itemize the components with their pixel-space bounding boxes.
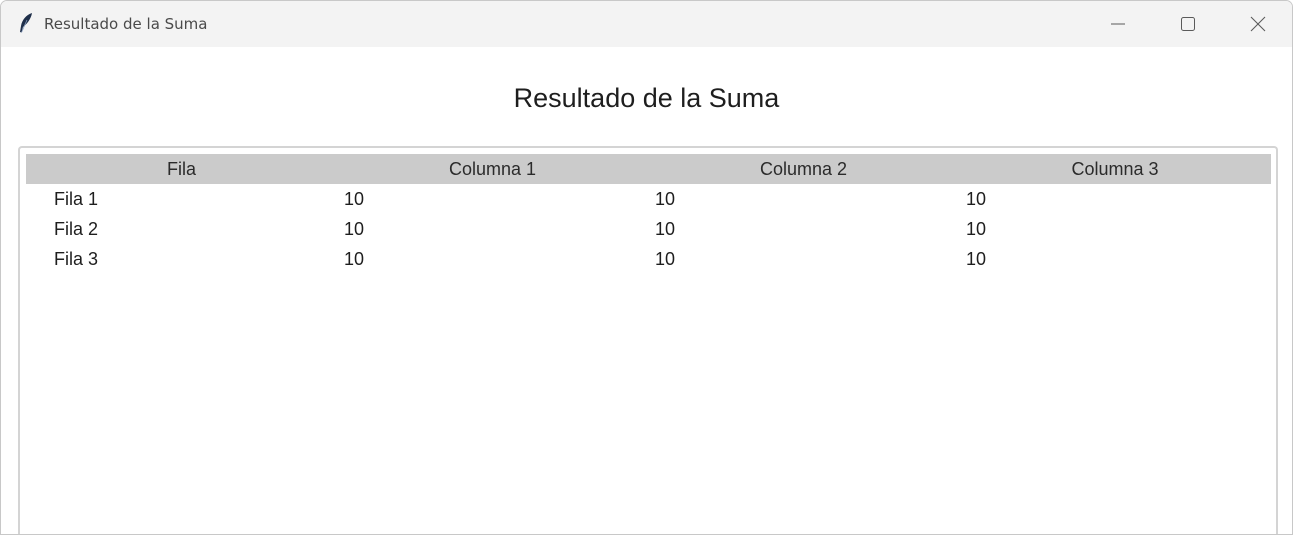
- column-header-columna-3[interactable]: Columna 3: [959, 154, 1271, 184]
- table-cell: Fila 2: [54, 219, 99, 239]
- table-cell: Fila 3: [54, 249, 99, 269]
- table-cell: 10: [966, 219, 987, 239]
- column-header-columna-2[interactable]: Columna 2: [648, 154, 959, 184]
- column-header-columna-1[interactable]: Columna 1: [337, 154, 648, 184]
- table-cell: 10: [344, 249, 365, 269]
- page-title: Resultado de la Suma: [513, 83, 780, 113]
- minimize-icon: [1111, 23, 1125, 25]
- table-cell: 10: [966, 189, 987, 209]
- title-bar[interactable]: Resultado de la Suma: [1, 1, 1292, 47]
- table-header: Fila Columna 1 Columna 2 Columna 3: [26, 154, 1271, 184]
- close-button[interactable]: [1223, 1, 1292, 47]
- window-title: Resultado de la Suma: [44, 15, 208, 33]
- table-cell: 10: [344, 189, 365, 209]
- table-cell: 10: [655, 189, 676, 209]
- feather-icon: [18, 12, 34, 34]
- table-row[interactable]: Fila 1 10 10 10: [26, 184, 1271, 214]
- table-cell: Fila 1: [54, 189, 99, 209]
- results-table[interactable]: Fila Columna 1 Columna 2 Columna 3 Fila …: [18, 146, 1278, 534]
- maximize-icon: [1181, 17, 1195, 31]
- table-row[interactable]: Fila 3 10 10 10: [26, 244, 1271, 274]
- table-cell: 10: [655, 219, 676, 239]
- minimize-button[interactable]: [1083, 1, 1153, 47]
- table-cell: 10: [966, 249, 987, 269]
- app-window: Resultado de la Suma Resultado de la Sum…: [0, 0, 1293, 535]
- column-header-fila[interactable]: Fila: [26, 154, 337, 184]
- close-icon: [1250, 16, 1266, 32]
- maximize-button[interactable]: [1153, 1, 1223, 47]
- table-row[interactable]: Fila 2 10 10 10: [26, 214, 1271, 244]
- table-cell: 10: [655, 249, 676, 269]
- table-cell: 10: [344, 219, 365, 239]
